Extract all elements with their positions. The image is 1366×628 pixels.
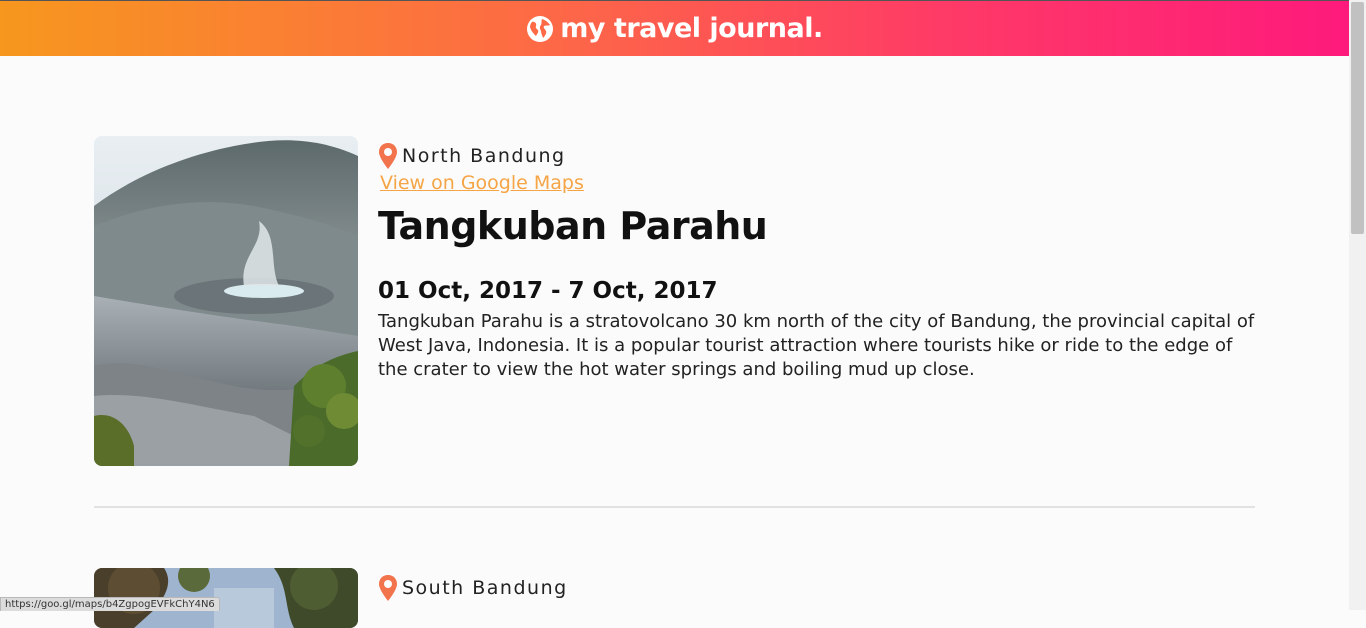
- globe-icon: [527, 15, 554, 42]
- location-row: North Bandung: [378, 136, 1258, 176]
- entry-divider: [94, 506, 1255, 508]
- app-header: my travel journal.: [0, 0, 1349, 56]
- entry-description: Tangkuban Parahu is a stratovolcano 30 k…: [378, 311, 1255, 380]
- entry-photo: [94, 136, 358, 466]
- entry-dates: 01 Oct, 2017 - 7 Oct, 2017: [378, 278, 718, 304]
- volcano-crater-image: [94, 136, 358, 466]
- map-pin-icon: [379, 575, 397, 601]
- app-title: my travel journal.: [560, 13, 823, 44]
- status-bar-url: https://goo.gl/maps/b4ZgpogEVFkChY4N6: [0, 597, 220, 611]
- entry-info: North Bandung View on Google Maps Tangku…: [378, 136, 1258, 382]
- vertical-scrollbar[interactable]: [1349, 0, 1366, 610]
- brand: my travel journal.: [526, 13, 823, 44]
- location-name: North Bandung: [402, 145, 566, 167]
- entry-info: South Bandung: [378, 568, 1258, 608]
- entry-title: Tangkuban Parahu: [378, 204, 768, 248]
- location-row: South Bandung: [378, 568, 1258, 608]
- scrollbar-thumb[interactable]: [1351, 2, 1364, 234]
- google-maps-link[interactable]: View on Google Maps: [378, 172, 1258, 194]
- location-name: South Bandung: [402, 577, 568, 599]
- map-pin-icon: [379, 143, 397, 169]
